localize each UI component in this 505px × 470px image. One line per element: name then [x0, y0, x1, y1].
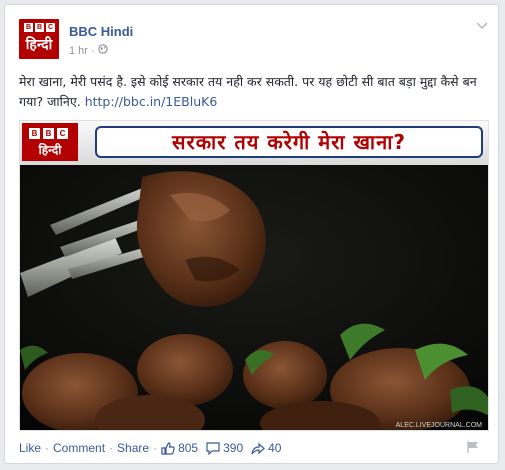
news-feed-post: B B C हिन्दी BBC Hindi 1 hr · मेरा खाना,…: [4, 4, 499, 464]
bbc-logo-blocks: B B C: [24, 23, 55, 32]
bbc-letter: C: [57, 128, 68, 139]
bbc-letter: B: [35, 23, 44, 32]
comment-button[interactable]: Comment: [53, 441, 105, 455]
image-banner: B B C हिन्दी सरकार तय करेगी मेरा खाना?: [20, 121, 488, 166]
globe-icon[interactable]: [97, 44, 108, 57]
banner-title-box: सरकार तय करेगी मेरा खाना?: [95, 126, 483, 158]
chevron-down-icon[interactable]: [475, 20, 489, 34]
banner-logo-hindi: हिन्दी: [38, 143, 62, 157]
bbc-letter: B: [29, 128, 40, 139]
shares-count[interactable]: 40: [251, 441, 281, 455]
like-button[interactable]: Like: [19, 441, 41, 455]
avatar-hindi-text: हिन्दी: [25, 37, 53, 53]
grilled-meat-photo: ALEC.LIVEJOURNAL.COM: [20, 165, 488, 430]
comments-count-value: 390: [223, 441, 244, 455]
action-separator: ·: [153, 441, 158, 455]
thumbs-up-icon: [161, 441, 175, 455]
banner-title: सरकार तय करेगी मेरा खाना?: [172, 130, 406, 154]
share-arrow-icon: [251, 442, 266, 454]
bbc-letter: B: [43, 128, 54, 139]
post-meta: 1 hr ·: [69, 44, 108, 57]
bbc-logo-blocks: B B C: [29, 128, 68, 139]
comment-bubble-icon: [206, 441, 220, 455]
action-separator: ·: [45, 441, 50, 455]
action-separator: ·: [109, 441, 114, 455]
comments-count[interactable]: 390: [206, 441, 243, 455]
post-timestamp[interactable]: 1 hr: [69, 45, 88, 57]
flag-icon[interactable]: [466, 440, 480, 457]
share-button[interactable]: Share: [117, 441, 149, 455]
likes-count[interactable]: 805: [161, 441, 198, 455]
likes-count-value: 805: [178, 441, 199, 455]
page-name-link[interactable]: BBC Hindi: [69, 24, 133, 39]
shares-count-value: 40: [268, 441, 282, 455]
post-link[interactable]: http://bbc.in/1EBluK6: [85, 94, 218, 109]
bbc-letter: C: [46, 23, 55, 32]
meta-separator: ·: [90, 44, 95, 57]
shared-link-image[interactable]: B B C हिन्दी सरकार तय करेगी मेरा खाना? A…: [19, 120, 489, 431]
post-body: मेरा खाना, मेरी पसंद है. इसे कोई सरकार त…: [19, 72, 485, 112]
bbc-letter: B: [24, 23, 33, 32]
post-actions: Like · Comment · Share · 805 390 40: [19, 439, 484, 457]
page-avatar[interactable]: B B C हिन्दी: [19, 19, 59, 59]
photo-watermark: ALEC.LIVEJOURNAL.COM: [396, 422, 483, 429]
bbc-hindi-logo: B B C हिन्दी: [22, 123, 78, 161]
